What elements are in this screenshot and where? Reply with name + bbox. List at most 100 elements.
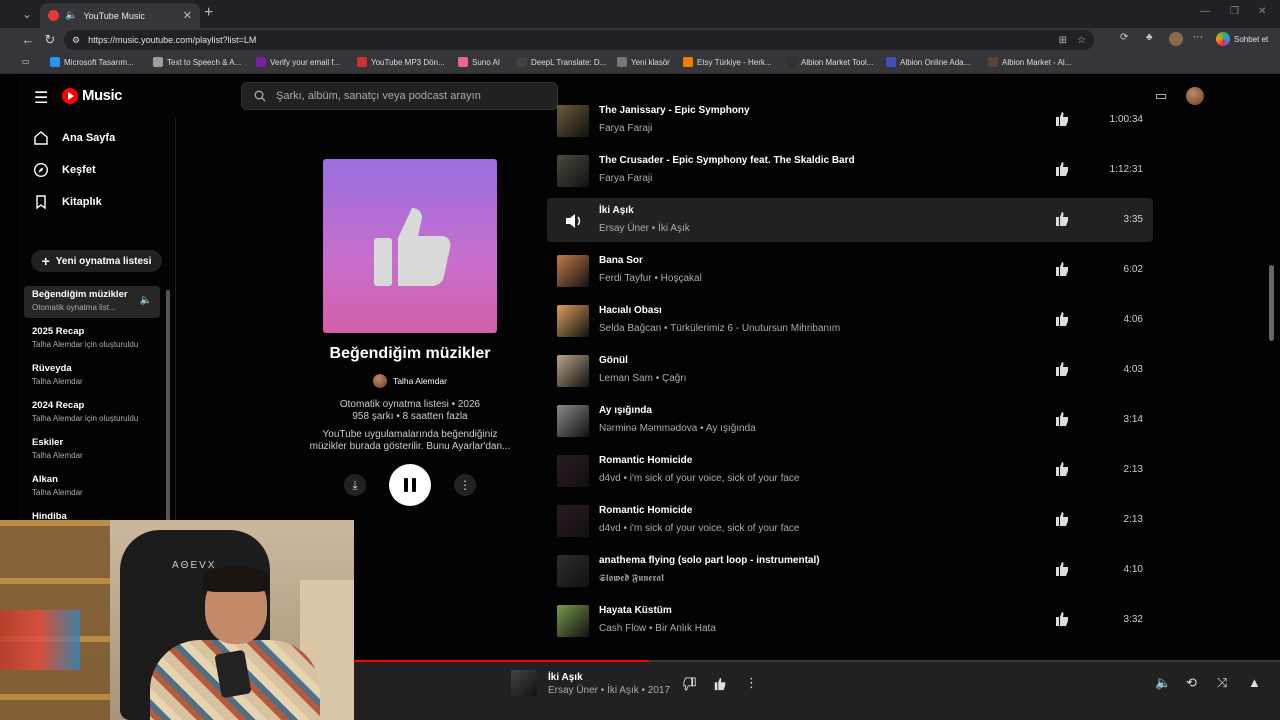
cast-icon[interactable]: ▭ (1155, 88, 1167, 104)
track-title[interactable]: Gönül (599, 355, 628, 366)
like-icon[interactable] (1054, 511, 1070, 527)
track-artist[interactable]: Ersay Üner • İki Aşık (599, 223, 690, 234)
menu-icon[interactable]: ☰ (34, 88, 48, 108)
sidebar-playlist-item[interactable]: 2025 Recap Talha Alemdar için oluşturuldu (24, 323, 160, 355)
copilot-button[interactable]: Sohbet et (1216, 32, 1268, 46)
table-row[interactable]: The Janissary - Epic Symphony Farya Faraj… (547, 104, 1153, 142)
track-thumbnail[interactable] (557, 605, 589, 637)
new-playlist-button[interactable]: + Yeni oynatma listesi (31, 250, 162, 272)
youtube-music-logo[interactable]: Music (62, 87, 123, 104)
table-row[interactable]: Bana Sor Ferdi Tayfur • Hoşçakal 6:02 (547, 248, 1153, 292)
table-row[interactable]: The Crusader - Epic Symphony feat. The S… (547, 148, 1153, 192)
profile-avatar-icon[interactable] (1169, 32, 1183, 49)
bookmark-item[interactable]: Albion Online Ada... (886, 57, 970, 67)
bookmark-star-icon[interactable]: ☆ (1077, 35, 1086, 46)
table-row[interactable]: İki Aşık Ersay Üner • İki Aşık 3:35 (547, 198, 1153, 242)
site-info-icon[interactable]: ⚙ (72, 35, 80, 46)
pause-button[interactable] (389, 464, 431, 506)
sidebar-item-library[interactable]: Kitaplık (33, 194, 102, 210)
table-row[interactable]: anathema flying (solo part loop - instru… (547, 548, 1153, 592)
track-thumbnail[interactable] (557, 205, 589, 237)
bookmark-item[interactable]: Text to Speech & A... (153, 57, 241, 67)
track-artist[interactable]: Ferdi Tayfur • Hoşçakal (599, 273, 702, 284)
bookmark-item[interactable]: Albion Market - Al... (988, 57, 1071, 67)
track-title[interactable]: The Crusader - Epic Symphony feat. The S… (599, 155, 855, 166)
bookmark-item[interactable]: Yeni klasör (617, 57, 670, 67)
bookmark-item[interactable]: Microsoft Tasarım... (50, 57, 134, 67)
like-icon[interactable] (1054, 611, 1070, 627)
main-scrollbar[interactable] (1269, 265, 1274, 341)
now-playing-thumbnail[interactable] (511, 670, 537, 696)
like-icon[interactable] (1054, 111, 1070, 127)
avatar[interactable] (1186, 87, 1204, 105)
like-icon[interactable] (1054, 561, 1070, 577)
sidebar-playlist-item[interactable]: Eskiler Talha Alemdar (24, 434, 160, 466)
playlist-owner[interactable]: Talha Alemdar (288, 374, 532, 388)
track-artist[interactable]: Farya Faraji (599, 123, 652, 134)
track-artist[interactable]: d4vd • i'm sick of your voice, sick of y… (599, 523, 799, 534)
search-input[interactable]: Şarkı, albüm, sanatçı veya podcast arayı… (241, 82, 558, 110)
table-row[interactable]: Ay ışığında Nərminə Məmmədova • Ay ışığın… (547, 398, 1153, 442)
shuffle-icon[interactable]: ⤨ (1217, 675, 1227, 691)
dislike-icon[interactable] (683, 677, 697, 691)
track-thumbnail[interactable] (557, 455, 589, 487)
track-thumbnail[interactable] (557, 555, 589, 587)
bookmark-item[interactable]: YouTube MP3 Dön... (357, 57, 445, 67)
sidebar-playlist-item[interactable]: Beğendiğim müzikler Otomatik oynatma list… (24, 286, 160, 318)
like-icon[interactable] (1054, 411, 1070, 427)
bookmarks-apps-icon[interactable]: ▭ (22, 57, 30, 66)
track-title[interactable]: Bana Sor (599, 255, 643, 266)
now-playing-title[interactable]: İki Aşık (548, 672, 583, 683)
like-icon[interactable] (713, 677, 727, 691)
track-artist[interactable]: Selda Bağcan • Türkülerimiz 6 - Unutursu… (599, 323, 840, 334)
track-title[interactable]: Hacıalı Obası (599, 305, 662, 316)
table-row[interactable]: Gönül Leman Sam • Çağrı 4:03 (547, 348, 1153, 392)
table-row[interactable]: Hacıalı Obası Selda Bağcan • Türkülerimiz… (547, 298, 1153, 342)
close-tab-icon[interactable]: ✕ (183, 9, 192, 22)
back-icon[interactable]: ← (20, 32, 36, 47)
extensions-icon[interactable]: ⟳ (1120, 32, 1128, 43)
track-title[interactable]: The Janissary - Epic Symphony (599, 105, 750, 116)
volume-icon[interactable]: 🔈 (1155, 675, 1171, 691)
bookmark-item[interactable]: Albion Market Tool... (787, 57, 873, 67)
track-title[interactable]: Ay ışığında (599, 405, 652, 416)
new-tab-icon[interactable]: + (204, 4, 213, 22)
track-thumbnail[interactable] (557, 505, 589, 537)
now-playing-subtitle[interactable]: Ersay Üner • İki Aşık • 2017 (548, 685, 670, 696)
sidebar-playlist-item[interactable]: Alkan Talha Alemdar (24, 471, 160, 503)
browser-menu-icon[interactable]: ⋯ (1193, 32, 1203, 43)
repeat-icon[interactable]: ⟲ (1186, 675, 1197, 691)
speaker-icon[interactable]: 🔈 (65, 10, 77, 21)
track-title[interactable]: İki Aşık (599, 205, 634, 216)
track-thumbnail[interactable] (557, 155, 589, 187)
track-artist[interactable]: Leman Sam • Çağrı (599, 373, 686, 384)
playlist-description[interactable]: YouTube uygulamalarında beğendiğiniz müz… (298, 429, 522, 453)
track-thumbnail[interactable] (557, 305, 589, 337)
like-icon[interactable] (1054, 261, 1070, 277)
browser-tab[interactable]: 🔈 YouTube Music ✕ (40, 3, 200, 28)
track-artist[interactable]: 𝕾𝖑𝖔𝖜𝖊𝖉 𝕱𝖚𝖓𝖊𝖗𝖆𝖑 (599, 573, 664, 584)
track-artist[interactable]: Nərminə Məmmədova • Ay ışığında (599, 423, 756, 434)
sidebar-playlist-item[interactable]: 2024 Recap Talha Alemdar için oluşturuldu (24, 397, 160, 429)
table-row[interactable]: Romantic Homicide d4vd • i'm sick of your… (547, 448, 1153, 492)
puzzle-icon[interactable]: ♣ (1146, 32, 1153, 43)
table-row[interactable]: Hayata Küstüm Cash Flow • Bir Anlık Hata 3… (547, 598, 1153, 642)
track-title[interactable]: Hayata Küstüm (599, 605, 672, 616)
like-icon[interactable] (1054, 311, 1070, 327)
reload-icon[interactable]: ↻ (42, 32, 58, 48)
track-artist[interactable]: Cash Flow • Bir Anlık Hata (599, 623, 716, 634)
url-field[interactable]: ⚙ https://music.youtube.com/playlist?lis… (64, 30, 1094, 50)
sidebar-item-explore[interactable]: Keşfet (33, 162, 96, 178)
track-title[interactable]: Romantic Homicide (599, 455, 692, 466)
track-title[interactable]: anathema flying (solo part loop - instru… (599, 555, 820, 566)
track-title[interactable]: Romantic Homicide (599, 505, 692, 516)
track-thumbnail[interactable] (557, 405, 589, 437)
bookmark-item[interactable]: Suno AI (458, 57, 500, 67)
download-button[interactable]: ⤓ (344, 474, 366, 496)
expand-player-icon[interactable]: ▲ (1248, 675, 1261, 690)
bookmark-item[interactable]: Verify your email f... (256, 57, 340, 67)
track-artist[interactable]: d4vd • i'm sick of your voice, sick of y… (599, 473, 799, 484)
sidebar-item-home[interactable]: Ana Sayfa (33, 130, 115, 146)
maximize-icon[interactable]: ❐ (1230, 6, 1239, 17)
translate-icon[interactable]: ⊞ (1059, 35, 1067, 46)
